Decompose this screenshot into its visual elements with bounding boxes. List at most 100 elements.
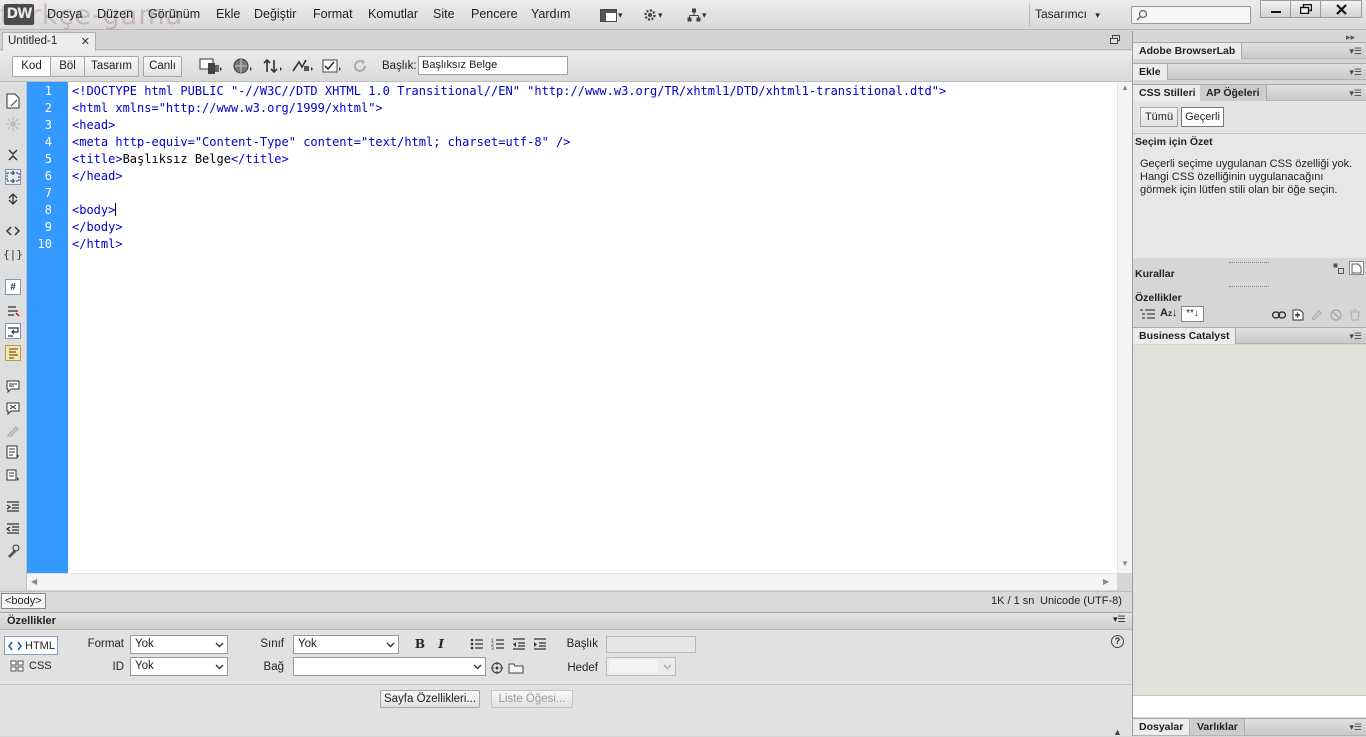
title-attr-input[interactable] (606, 636, 696, 653)
new-css-rule-icon[interactable] (1292, 308, 1304, 321)
scroll-right-icon[interactable]: ▶ (1103, 577, 1109, 586)
disable-property-icon[interactable] (1330, 309, 1342, 321)
menu-yardim[interactable]: Yardım (531, 7, 570, 21)
preview-browser-icon[interactable] (230, 56, 256, 76)
indent-icon[interactable] (532, 637, 548, 651)
menu-site[interactable]: Site (433, 7, 455, 21)
code-view-button[interactable]: Kod (12, 56, 51, 77)
menu-pencere[interactable]: Pencere (471, 7, 518, 21)
scroll-left-icon[interactable]: ◀ (31, 577, 37, 586)
wrap-tag-icon[interactable] (5, 422, 21, 438)
multiscreen-icon[interactable] (198, 56, 224, 76)
balance-braces-icon[interactable]: {|} (3, 246, 23, 262)
current-rules-button[interactable]: Geçerli (1181, 107, 1224, 127)
menu-degistir[interactable]: Değiştir (254, 7, 296, 21)
workspace-switcher[interactable]: Tasarımcı ▾ (1035, 7, 1100, 21)
resize-grip[interactable] (1229, 286, 1269, 288)
insert-tab[interactable]: Ekle (1133, 64, 1168, 80)
expand-all-icon[interactable] (5, 191, 21, 207)
recent-snippets-icon[interactable] (5, 444, 21, 460)
css-styles-tab[interactable]: CSS Stilleri (1133, 85, 1203, 101)
panel-menu-icon[interactable]: ▾☰ (1113, 614, 1126, 625)
list-item-button[interactable]: Liste Öğesi... (491, 690, 573, 708)
files-tab[interactable]: Dosyalar (1133, 719, 1191, 735)
remove-comment-icon[interactable] (5, 400, 21, 416)
ordered-list-icon[interactable]: 123 (490, 637, 506, 651)
show-tag-info-icon[interactable] (1349, 261, 1364, 275)
show-code-navigator-icon[interactable] (5, 116, 21, 132)
browserlab-tab[interactable]: Adobe BrowserLab (1133, 43, 1243, 59)
attach-stylesheet-icon[interactable] (1272, 310, 1286, 320)
close-button[interactable] (1320, 0, 1362, 18)
split-view-button[interactable]: Böl (50, 56, 85, 77)
open-documents-icon[interactable] (5, 93, 21, 109)
panel-menu-icon[interactable]: ▾☰ (1349, 722, 1362, 733)
collapse-selection-icon[interactable] (5, 169, 21, 185)
panel-menu-icon[interactable]: ▾☰ (1349, 331, 1362, 342)
indent-code-icon[interactable] (5, 499, 21, 515)
move-css-icon[interactable] (5, 467, 21, 483)
restore-button[interactable] (1290, 0, 1321, 18)
unordered-list-icon[interactable] (469, 637, 485, 651)
extensions-gear-icon[interactable]: ▾ (643, 6, 663, 24)
visual-aids-icon[interactable] (290, 56, 316, 76)
live-view-button[interactable]: Canlı (143, 56, 182, 77)
document-tab[interactable]: Untitled-1 ✕ (2, 32, 96, 51)
panel-menu-icon[interactable]: ▾☰ (1349, 88, 1362, 99)
help-icon[interactable]: ? (1111, 635, 1124, 648)
scroll-up-icon[interactable]: ▲ (1121, 83, 1129, 92)
menu-gorunum[interactable]: Görünüm (148, 7, 200, 21)
design-view-button[interactable]: Tasarım (84, 56, 139, 77)
category-view-icon[interactable] (1140, 309, 1155, 320)
word-wrap-icon[interactable] (5, 323, 21, 339)
apply-comment-icon[interactable] (5, 378, 21, 394)
point-to-file-icon[interactable] (491, 662, 503, 674)
highlight-invalid-code-icon[interactable] (5, 302, 21, 318)
panel-menu-icon[interactable]: ▾☰ (1349, 67, 1362, 78)
menu-format[interactable]: Format (313, 7, 353, 21)
menu-dosya[interactable]: Dosya (47, 7, 82, 21)
format-source-code-icon[interactable] (5, 543, 21, 559)
browse-folder-icon[interactable] (508, 662, 524, 674)
restore-document-icon[interactable] (1110, 35, 1120, 44)
resize-grip[interactable] (1229, 262, 1269, 264)
format-select[interactable]: Yok (130, 635, 228, 654)
layout-menu-icon[interactable]: ▾ (600, 6, 623, 24)
tag-selector[interactable]: <body> (1, 593, 46, 609)
delete-rule-icon[interactable] (1349, 309, 1361, 321)
horizontal-scrollbar[interactable]: ◀ ▶ (27, 573, 1117, 590)
menu-ekle[interactable]: Ekle (216, 7, 240, 21)
target-select[interactable] (606, 657, 676, 676)
page-properties-button[interactable]: Sayfa Özellikleri... (380, 690, 480, 708)
search-input[interactable] (1131, 6, 1251, 24)
ap-elements-tab[interactable]: AP Öğeleri (1200, 85, 1267, 101)
line-numbers-icon[interactable]: # (5, 279, 21, 295)
bold-icon[interactable]: B (412, 637, 428, 651)
outdent-code-icon[interactable] (5, 521, 21, 537)
close-tab-icon[interactable]: ✕ (81, 35, 90, 48)
validate-markup-icon[interactable] (319, 56, 345, 76)
all-rules-button[interactable]: Tümü (1140, 107, 1178, 127)
show-cascade-icon[interactable] (1333, 263, 1344, 274)
link-input[interactable] (293, 657, 486, 676)
file-management-icon[interactable] (260, 56, 286, 76)
edit-rule-icon[interactable] (1311, 309, 1323, 321)
html-mode-button[interactable]: HTML (4, 636, 58, 655)
menu-komutlar[interactable]: Komutlar (368, 7, 418, 21)
code-editor[interactable]: <!DOCTYPE html PUBLIC "-//W3C//DTD XHTML… (68, 82, 1117, 573)
scroll-down-icon[interactable]: ▼ (1121, 559, 1129, 568)
panel-menu-icon[interactable]: ▾☰ (1349, 46, 1362, 57)
css-mode-button[interactable]: CSS (10, 660, 52, 672)
minimize-button[interactable] (1260, 0, 1291, 18)
syntax-coloring-icon[interactable] (5, 345, 21, 361)
select-parent-tag-icon[interactable] (5, 223, 21, 239)
id-select[interactable]: Yok (130, 657, 228, 676)
page-title-input[interactable]: Başlıksız Belge (418, 56, 568, 75)
outdent-icon[interactable] (511, 637, 527, 651)
alphabetical-view-icon[interactable]: Az↓ (1160, 307, 1177, 319)
vertical-scrollbar[interactable]: ▲ ▼ (1117, 82, 1132, 573)
set-properties-view-icon[interactable]: **↓ (1181, 306, 1204, 322)
italic-icon[interactable]: I (433, 637, 449, 651)
collapse-full-tag-icon[interactable] (5, 147, 21, 163)
business-catalyst-tab[interactable]: Business Catalyst (1133, 328, 1237, 344)
